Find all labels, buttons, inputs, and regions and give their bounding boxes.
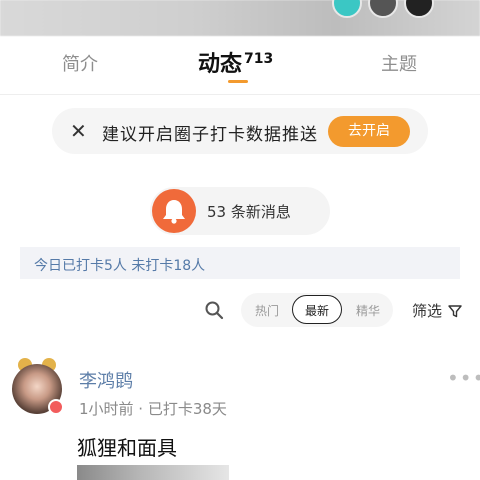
post-username[interactable]: 李鸿鹍: [79, 367, 133, 393]
checkin-status-text: 今日已打卡5人 未打卡18人: [34, 258, 206, 274]
enable-push-button[interactable]: 去开启: [328, 116, 410, 147]
tab-feed[interactable]: 动态 713: [198, 46, 273, 78]
tab-feed-count: 713: [244, 51, 274, 67]
more-options-icon[interactable]: •••: [447, 366, 480, 390]
post-meta: 1小时前 · 已打卡38天: [79, 400, 227, 418]
post-title[interactable]: 狐狸和面具: [77, 432, 177, 461]
new-messages-count: 53 条新消息: [207, 203, 291, 221]
bell-icon: [152, 189, 196, 233]
avatar-badge-icon: [48, 399, 64, 415]
tab-topics[interactable]: 主题: [381, 50, 417, 76]
sort-hot[interactable]: 热门: [255, 302, 279, 319]
tab-intro[interactable]: 简介: [62, 50, 98, 76]
filter-button[interactable]: 筛选: [412, 300, 442, 321]
close-icon[interactable]: ✕: [70, 120, 87, 142]
banner-text: 建议开启圈子打卡数据推送: [102, 125, 318, 145]
tab-bar: 简介 动态 713 主题: [0, 36, 480, 95]
post-image[interactable]: [77, 465, 229, 480]
search-icon[interactable]: [204, 300, 224, 324]
tab-feed-label: 动态: [198, 52, 243, 77]
funnel-icon[interactable]: [448, 303, 462, 322]
sort-latest[interactable]: 最新: [305, 302, 329, 319]
active-tab-indicator: [228, 80, 248, 83]
sort-featured[interactable]: 精华: [356, 302, 380, 319]
